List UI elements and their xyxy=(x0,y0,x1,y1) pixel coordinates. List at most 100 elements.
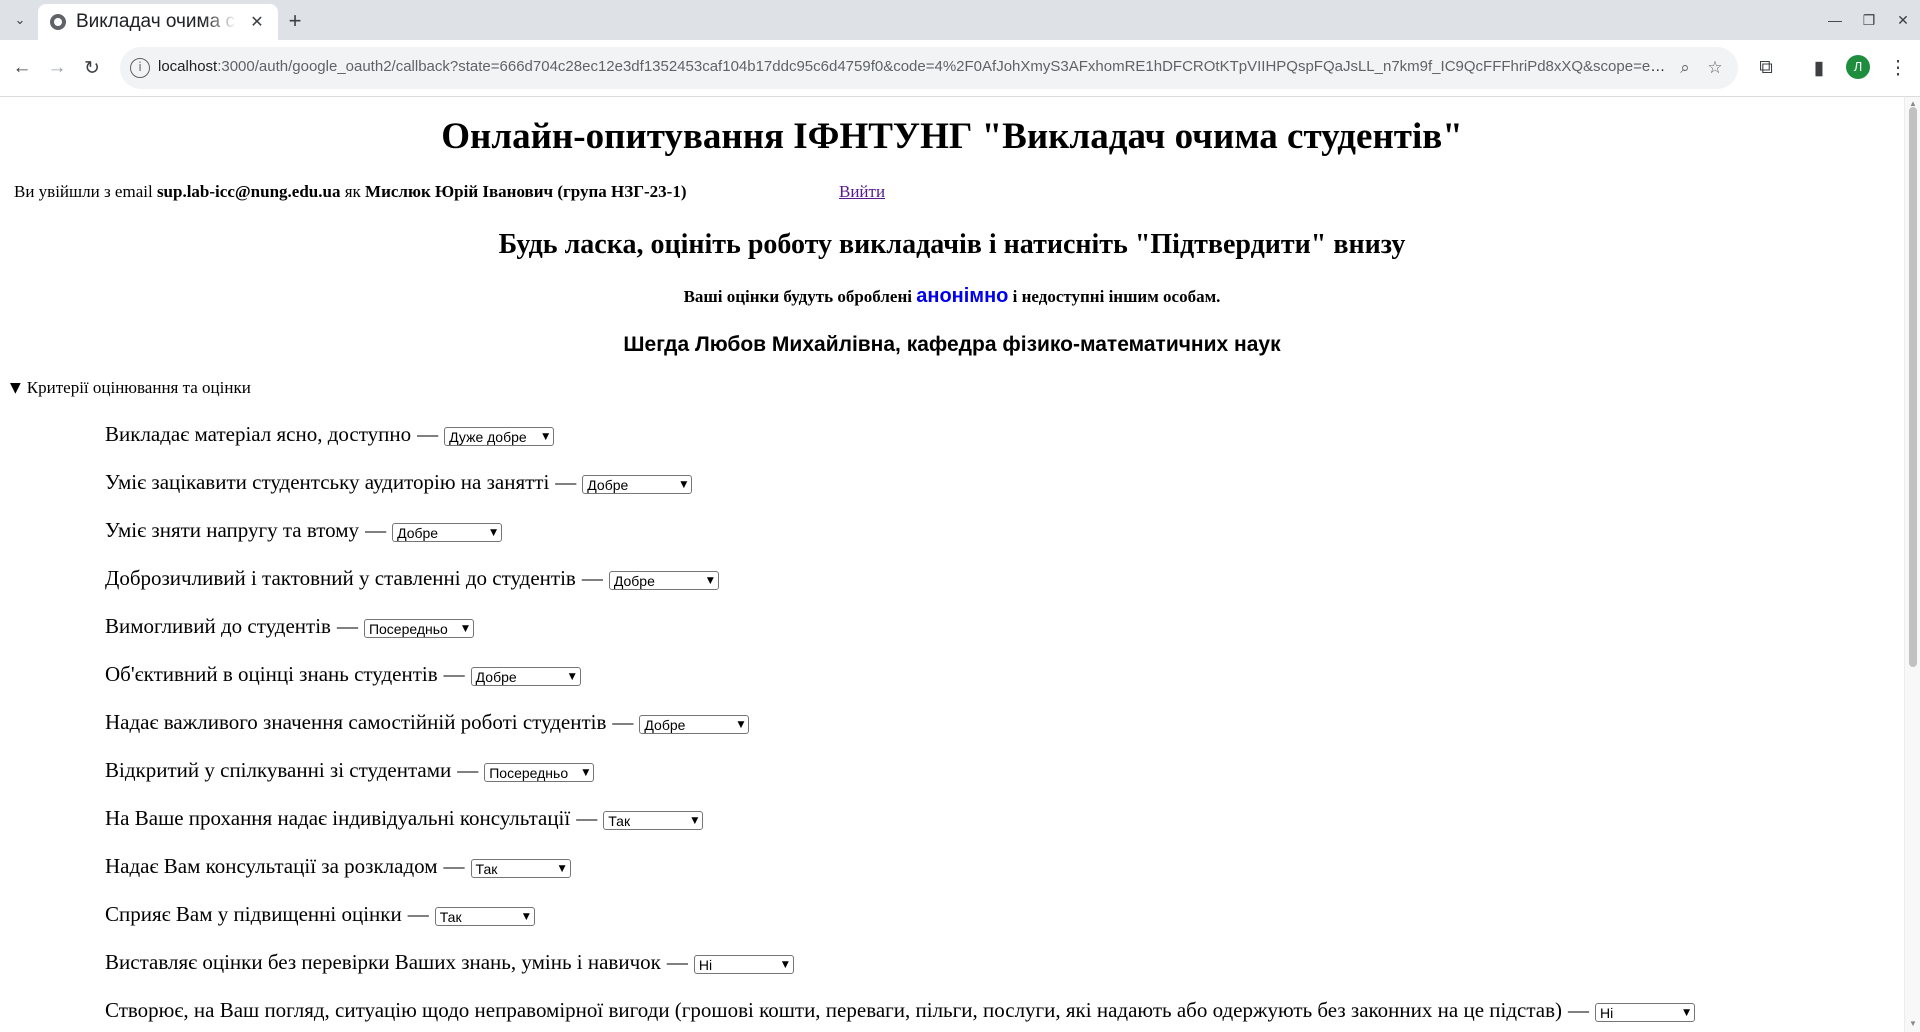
rating-select[interactable]: Добре ▼ xyxy=(608,571,719,590)
yes-no-select[interactable]: Так ▼ xyxy=(434,907,535,926)
criterion-label: На Ваше прохання надає індивідуальні кон… xyxy=(105,806,571,830)
criterion-label: Вимогливий до студентів xyxy=(105,614,331,638)
site-info-icon[interactable]: i xyxy=(130,58,150,78)
login-name: Мислюк Юрій Іванович (група НЗГ-23-1) xyxy=(365,182,687,201)
criterion-dash: — xyxy=(1568,998,1590,1022)
anonymity-note: Ваші оцінки будуть оброблені анонімно і … xyxy=(0,285,1904,308)
url-path: :3000/auth/google_oauth2/callback?state=… xyxy=(217,58,1668,75)
profile-avatar[interactable]: Л xyxy=(1846,55,1870,79)
yes-no-select-value: Так xyxy=(439,908,462,925)
chevron-down-icon: ▼ xyxy=(1683,1007,1691,1018)
scroll-down-arrow-icon[interactable]: ▼ xyxy=(1908,1019,1918,1028)
criterion-label: Уміє зняти напругу та втому xyxy=(105,518,360,542)
rating-select-value: Дуже добре xyxy=(449,428,527,445)
rating-select[interactable]: Добре ▼ xyxy=(392,523,503,542)
yes-no-select-value: Ні xyxy=(1600,1004,1614,1021)
criterion-row: Відкритий у спілкуванні зі студентами — По… xyxy=(105,758,595,783)
yes-no-select[interactable]: Так ▼ xyxy=(603,811,704,830)
yes-no-select[interactable]: Ні ▼ xyxy=(1595,1003,1696,1022)
rating-select[interactable]: Добре ▼ xyxy=(470,667,581,686)
browser-tab-bar: ⌄ Викладач очима студентів ✕ + — ❐ ✕ xyxy=(0,0,1920,40)
criterion-row: На Ваше прохання надає індивідуальні кон… xyxy=(105,806,704,831)
page-scrollbar[interactable]: ▲ ▼ xyxy=(1904,97,1920,1032)
chevron-down-icon: ▼ xyxy=(706,575,714,586)
chevron-down-icon: ▼ xyxy=(691,815,699,826)
close-window-icon[interactable]: ✕ xyxy=(1886,8,1920,32)
chevron-down-icon: ▼ xyxy=(568,671,576,682)
reload-icon[interactable]: ↻ xyxy=(78,54,106,82)
chevron-down-icon: ▼ xyxy=(542,431,550,442)
rating-select-value: Добре xyxy=(587,476,629,493)
chevron-down-icon: ▼ xyxy=(522,911,530,922)
instruction-heading: Будь ласка, оцініть роботу викладачів і … xyxy=(498,229,1406,260)
url-text[interactable]: localhost:3000/auth/google_oauth2/callba… xyxy=(158,58,1668,75)
rating-select[interactable]: Добре ▼ xyxy=(639,715,750,734)
chevron-down-icon: ▼ xyxy=(781,959,789,970)
chevron-down-icon: ▼ xyxy=(737,719,745,730)
criterion-row: Уміє зняти напругу та втому — Добре ▼ xyxy=(105,518,503,543)
browser-tab[interactable]: Викладач очима студентів ✕ xyxy=(38,4,278,40)
chevron-down-icon: ▼ xyxy=(462,623,469,634)
address-bar[interactable]: i localhost:3000/auth/google_oauth2/call… xyxy=(120,47,1738,89)
page-title: Онлайн-опитування ІФНТУНГ "Викладач очим… xyxy=(441,116,1463,157)
rating-select-value: Добре xyxy=(397,524,439,541)
back-arrow-icon[interactable]: ← xyxy=(8,54,36,82)
criterion-row: Доброзичливий і тактовний у ставленні до… xyxy=(105,566,719,591)
login-as: як xyxy=(340,182,366,201)
rating-select-value: Посередньо xyxy=(489,764,569,781)
chevron-down-icon: ▼ xyxy=(582,767,590,778)
teacher-heading: Шегда Любов Михайлівна, кафедра фізико-м… xyxy=(623,333,1281,356)
anon-prefix: Ваші оцінки будуть оброблені xyxy=(683,287,917,306)
login-prefix: Ви увійшли з email xyxy=(14,182,157,201)
criterion-label: Надає Вам консультації за розкладом xyxy=(105,854,438,878)
criterion-dash: — xyxy=(336,614,358,638)
tab-title: Викладач очима студентів xyxy=(76,11,236,32)
scrollbar-thumb[interactable] xyxy=(1909,107,1917,667)
tab-list-chevron-down-icon[interactable]: ⌄ xyxy=(8,8,32,32)
criterion-row: Надає важливого значення самостійній роб… xyxy=(105,710,750,735)
criterion-row: Уміє зацікавити студентську аудиторію на… xyxy=(105,470,693,495)
chevron-down-icon: ▼ xyxy=(490,527,498,538)
yes-no-select-value: Так xyxy=(608,812,631,829)
side-panel-icon[interactable]: ▮ xyxy=(1805,54,1833,82)
criterion-dash: — xyxy=(612,710,634,734)
yes-no-select-value: Ні xyxy=(698,956,713,973)
criterion-row: Сприяє Вам у підвищенні оцінки — Так ▼ xyxy=(105,902,535,927)
criterion-dash: — xyxy=(581,566,603,590)
criterion-dash: — xyxy=(555,470,577,494)
forward-arrow-icon[interactable]: → xyxy=(43,54,71,82)
bookmark-star-icon[interactable]: ☆ xyxy=(1704,57,1726,79)
extensions-puzzle-icon[interactable]: ⧉ xyxy=(1752,54,1780,82)
anon-suffix: і недоступні іншим особам. xyxy=(1008,287,1221,306)
criterion-row: Викладає матеріал ясно, доступно — Дуже до… xyxy=(105,422,555,447)
criterion-label: Створює, на Ваш погляд, ситуацію щодо не… xyxy=(105,998,1563,1022)
yes-no-select[interactable]: Так ▼ xyxy=(470,859,571,878)
rating-select[interactable]: Посередньо ▼ xyxy=(484,763,595,782)
rating-select[interactable]: Добре ▼ xyxy=(582,475,693,494)
logout-link[interactable]: Вийти xyxy=(839,182,885,202)
restore-window-icon[interactable]: ❐ xyxy=(1852,8,1886,32)
criteria-summary-toggle[interactable]: ▼ Критерії оцінювання та оцінки xyxy=(10,378,251,398)
chevron-down-icon: ▼ xyxy=(558,863,566,874)
page-viewport: Онлайн-опитування ІФНТУНГ "Викладач очим… xyxy=(0,97,1904,1032)
criterion-row: Надає Вам консультації за розкладом — Так ▼ xyxy=(105,854,571,879)
criterion-dash: — xyxy=(457,758,479,782)
criterion-dash: — xyxy=(407,902,429,926)
criterion-dash: — xyxy=(417,422,439,446)
criterion-dash: — xyxy=(443,854,465,878)
chevron-down-icon: ▼ xyxy=(680,479,688,490)
rating-select[interactable]: Посередньо ▼ xyxy=(363,619,474,638)
rating-select-value: Посередньо xyxy=(368,620,448,637)
login-info: Ви увійшли з email sup.lab-icc@nung.edu.… xyxy=(14,182,687,202)
browser-toolbar: ← → ↻ i localhost:3000/auth/google_oauth… xyxy=(0,40,1920,97)
criterion-dash: — xyxy=(576,806,598,830)
yes-no-select[interactable]: Ні ▼ xyxy=(693,955,794,974)
zoom-magnifier-icon[interactable]: ⌕ xyxy=(1674,57,1696,79)
criterion-label: Надає важливого значення самостійній роб… xyxy=(105,710,607,734)
rating-select[interactable]: Дуже добре ▼ xyxy=(444,427,555,446)
minimize-window-icon[interactable]: — xyxy=(1818,8,1852,32)
more-menu-icon[interactable]: ⋮ xyxy=(1884,54,1912,82)
new-tab-plus-icon[interactable]: + xyxy=(282,8,308,34)
criterion-label: Уміє зацікавити студентську аудиторію на… xyxy=(105,470,550,494)
tab-close-icon[interactable]: ✕ xyxy=(248,12,266,32)
